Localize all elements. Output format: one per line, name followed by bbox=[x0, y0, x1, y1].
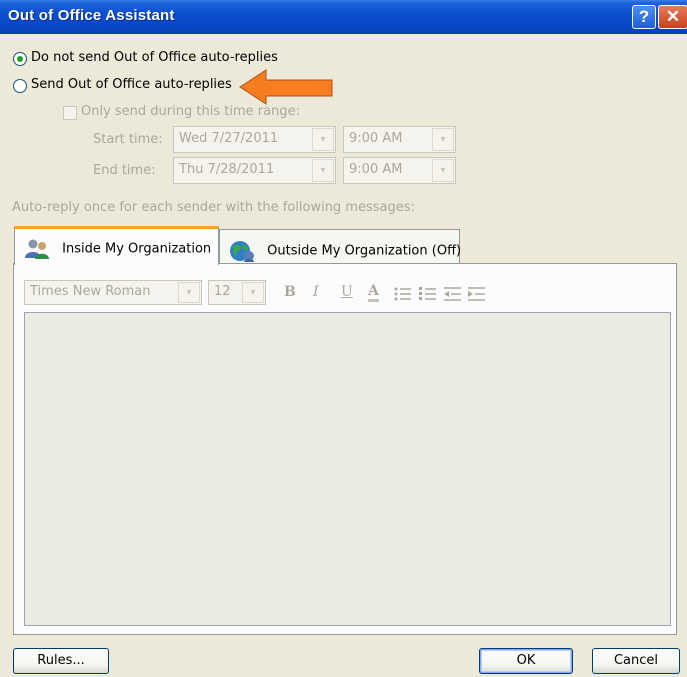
font-size-select[interactable]: 12 ▾ bbox=[208, 280, 266, 305]
chevron-down-icon[interactable]: ▾ bbox=[312, 128, 334, 151]
no-send-radio[interactable] bbox=[13, 52, 27, 66]
help-button[interactable]: ? bbox=[632, 5, 656, 29]
cancel-button[interactable]: Cancel bbox=[592, 648, 680, 674]
end-date-value: Thu 7/28/2011 bbox=[179, 162, 275, 177]
globe-icon bbox=[230, 241, 254, 262]
time-range-checkbox[interactable] bbox=[63, 106, 77, 120]
tab-inside-label: Inside My Organization bbox=[62, 241, 212, 257]
tab-inside-organization[interactable]: Inside My Organization bbox=[14, 226, 219, 265]
font-select[interactable]: Times New Roman ▾ bbox=[24, 280, 202, 305]
title-bar[interactable]: Out of Office Assistant ? ✕ bbox=[0, 0, 687, 34]
no-send-label[interactable]: Do not send Out of Office auto-replies bbox=[31, 50, 278, 65]
out-of-office-dialog: Out of Office Assistant ? ✕ Do not send … bbox=[0, 0, 687, 677]
dialog-title: Out of Office Assistant bbox=[8, 7, 175, 24]
italic-icon[interactable]: I bbox=[313, 284, 319, 300]
start-time-value: 9:00 AM bbox=[349, 131, 403, 146]
bold-icon[interactable]: B bbox=[284, 284, 296, 300]
message-editor[interactable] bbox=[24, 312, 671, 626]
rules-button[interactable]: Rules... bbox=[13, 648, 109, 674]
end-date-field[interactable]: Thu 7/28/2011 ▾ bbox=[173, 157, 336, 184]
tab-outside-label: Outside My Organization (Off) bbox=[267, 243, 462, 259]
chevron-down-icon[interactable]: ▾ bbox=[432, 128, 454, 151]
decrease-indent-icon[interactable] bbox=[444, 286, 462, 302]
ok-button[interactable]: OK bbox=[479, 648, 573, 674]
messages-label: Auto-reply once for each sender with the… bbox=[12, 200, 415, 215]
send-label[interactable]: Send Out of Office auto-replies bbox=[31, 77, 232, 92]
font-value: Times New Roman bbox=[30, 284, 151, 299]
chevron-down-icon[interactable]: ▾ bbox=[178, 282, 200, 303]
chevron-down-icon[interactable]: ▾ bbox=[312, 159, 334, 182]
people-icon bbox=[25, 239, 49, 259]
end-time-field[interactable]: 9:00 AM ▾ bbox=[343, 157, 456, 184]
bullet-list-icon[interactable] bbox=[394, 286, 412, 302]
font-size-value: 12 bbox=[214, 284, 231, 299]
end-time-value: 9:00 AM bbox=[349, 162, 403, 177]
increase-indent-icon[interactable] bbox=[468, 286, 486, 302]
font-color-icon[interactable]: A bbox=[368, 284, 379, 302]
start-date-field[interactable]: Wed 7/27/2011 ▾ bbox=[173, 126, 336, 153]
send-radio[interactable] bbox=[13, 79, 27, 93]
chevron-down-icon[interactable]: ▾ bbox=[432, 159, 454, 182]
end-time-label: End time: bbox=[93, 163, 156, 178]
underline-icon[interactable]: U bbox=[341, 284, 353, 300]
chevron-down-icon[interactable]: ▾ bbox=[242, 282, 264, 303]
close-button[interactable]: ✕ bbox=[658, 5, 687, 29]
start-time-field[interactable]: 9:00 AM ▾ bbox=[343, 126, 456, 153]
start-date-value: Wed 7/27/2011 bbox=[179, 131, 279, 146]
time-range-label: Only send during this time range: bbox=[81, 104, 300, 119]
arrow-icon bbox=[239, 69, 333, 105]
start-time-label: Start time: bbox=[93, 132, 163, 147]
tab-outside-organization[interactable]: Outside My Organization (Off) bbox=[219, 229, 462, 265]
numbered-list-icon[interactable] bbox=[419, 286, 437, 302]
